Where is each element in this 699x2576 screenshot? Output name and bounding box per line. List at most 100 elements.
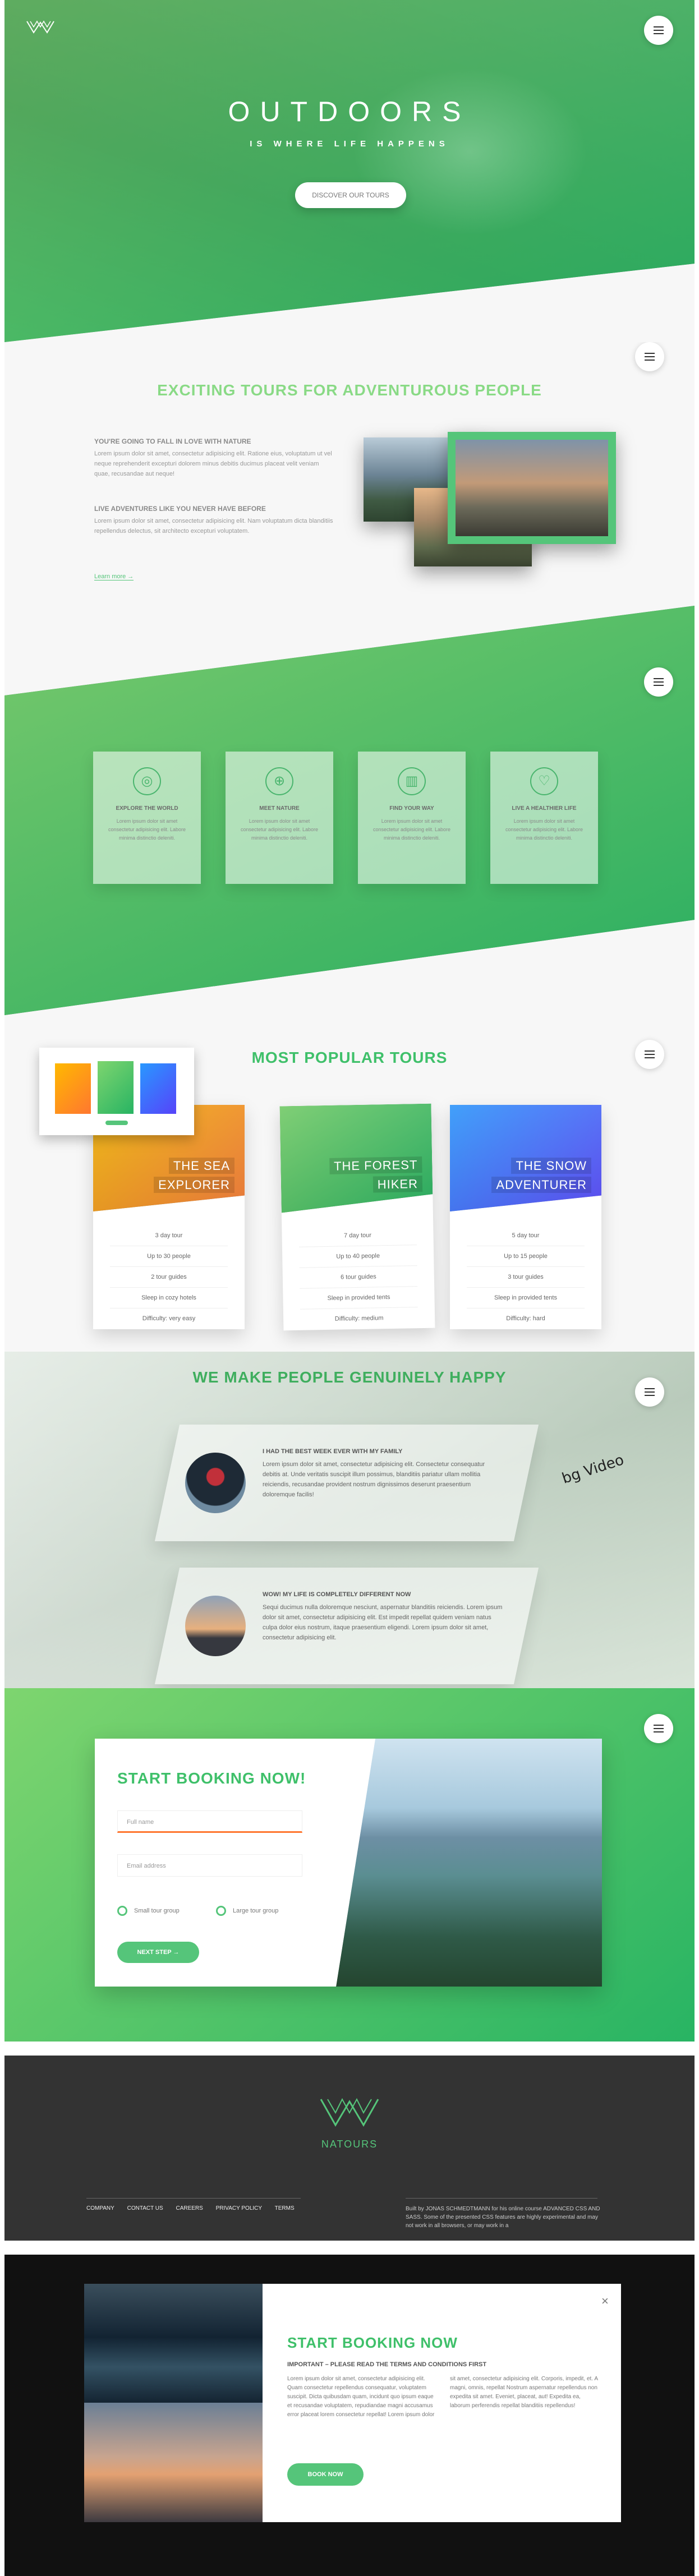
menu-button[interactable] [644,667,673,697]
list-item: Sleep in cozy hotels [110,1288,228,1308]
avatar [185,1453,246,1513]
story-card: I HAD THE BEST WEEK EVER WITH MY FAMILY … [154,1425,539,1541]
hero-subtitle: IS WHERE LIFE HAPPENS [250,139,449,149]
list-item: Sleep in provided tents [467,1288,585,1308]
popup-box: × START BOOKING NOW IMPORTANT – PLEASE R… [84,2284,621,2522]
feature-title: FIND YOUR WAY [389,805,434,812]
avatar [185,1596,246,1656]
footer-link-privacy[interactable]: PRIVACY POLICY [216,2205,262,2211]
next-step-button[interactable]: NEXT STEP → [117,1942,199,1963]
popup-image-2 [84,2403,263,2522]
hero-title: OUTDOORS [228,96,471,127]
feature-text: Lorem ipsum dolor sit amet consectetur a… [373,818,451,841]
list-item: 2 tour guides [110,1267,228,1288]
menu-button[interactable] [635,342,664,371]
radio-label: Large tour group [233,1907,279,1914]
popup-heading: START BOOKING NOW [287,2334,458,2351]
tour-card[interactable]: THE SNOW ADVENTURER 5 day tour Up to 15 p… [450,1105,601,1329]
tour-cards-thumbnail [39,1048,194,1135]
thumbnail-card [98,1061,134,1114]
large-group-radio[interactable]: Large tour group [216,1906,278,1916]
popup-image-1 [84,2284,263,2403]
tour-details-list: 7 day tour Up to 40 people 6 tour guides… [282,1224,435,1330]
heart-icon: ♡ [530,767,558,795]
feature-title: LIVE A HEALTHIER LIFE [512,805,577,812]
story-title: WOW! MY LIFE IS COMPLETELY DIFFERENT NOW [263,1591,411,1598]
popup-subheading: IMPORTANT – PLEASE READ THE TERMS AND CO… [287,2361,487,2368]
booking-popup-overlay: × START BOOKING NOW IMPORTANT – PLEASE R… [4,2255,695,2576]
radio-icon [117,1906,127,1916]
list-item: 5 day tour [467,1225,585,1246]
tour-card[interactable]: THE SEA EXPLORER 3 day tour Up to 30 peop… [93,1105,245,1329]
compass-icon: ⊕ [265,767,293,795]
thumbnail-card [140,1063,176,1114]
menu-button[interactable] [644,16,673,45]
tour-card-name: THE FOREST HIKER [329,1155,423,1195]
footer-nav: COMPANY CONTACT US CAREERS PRIVACY POLIC… [86,2205,306,2211]
small-group-radio[interactable]: Small tour group [117,1906,180,1916]
feature-box: ♡ LIVE A HEALTHIER LIFE Lorem ipsum dolo… [490,752,598,884]
feature-title: MEET NATURE [259,805,300,812]
footer-link-careers[interactable]: CAREERS [176,2205,203,2211]
booking-form-box: START BOOKING NOW! Full name Email addre… [95,1739,602,1987]
booking-section: START BOOKING NOW! Full name Email addre… [4,1688,695,2042]
feature-title: EXPLORE THE WORLD [116,805,178,812]
book-now-button[interactable]: BOOK NOW [287,2463,364,2486]
about-paragraph-2: Lorem ipsum dolor sit amet, consectetur … [94,518,333,534]
natours-logo-icon [320,2098,379,2127]
story-card: WOW! MY LIFE IS COMPLETELY DIFFERENT NOW… [154,1568,539,1684]
list-item: Up to 15 people [467,1246,585,1267]
stories-heading: WE MAKE PEOPLE GENUINELY HAPPY [192,1368,507,1386]
footer: NATOURS COMPANY CONTACT US CAREERS PRIVA… [4,2056,695,2241]
features-section: ◎ EXPLORE THE WORLD Lorem ipsum dolor si… [4,606,695,1015]
feature-text: Lorem ipsum dolor sit amet consectetur a… [505,818,583,841]
email-input[interactable]: Email address [117,1854,302,1877]
tour-card-name: THE SNOW ADVENTURER [491,1156,591,1195]
list-item: 3 day tour [110,1225,228,1246]
story-title: I HAD THE BEST WEEK EVER WITH MY FAMILY [263,1448,403,1455]
list-item: Sleep in provided tents [300,1287,418,1310]
about-heading: EXCITING TOURS FOR ADVENTUROUS PEOPLE [157,381,542,399]
footer-link-company[interactable]: COMPANY [86,2205,114,2211]
footer-link-terms[interactable]: TERMS [275,2205,295,2211]
feature-box: ⊕ MEET NATURE Lorem ipsum dolor sit amet… [226,752,333,884]
list-item: Difficulty: medium [334,1315,384,1322]
hero-river-highlight [352,67,588,236]
footer-link-contact[interactable]: CONTACT US [127,2205,163,2211]
discover-tours-button[interactable]: DISCOVER OUR TOURS [295,182,406,208]
story-text: Sequi ducimus nulla doloremque nesciunt,… [263,1604,503,1641]
full-name-input[interactable]: Full name [117,1810,302,1833]
booking-heading: START BOOKING NOW! [117,1769,306,1787]
popup-text: Lorem ipsum dolor sit amet, consectetur … [287,2376,598,2418]
list-item: 3 tour guides [467,1267,585,1288]
footer-divider [406,2198,597,2199]
feature-text: Lorem ipsum dolor sit amet consectetur a… [108,818,186,841]
radio-label: Small tour group [134,1907,180,1914]
hero-header: OUTDOORS IS WHERE LIFE HAPPENS DISCOVER … [4,0,695,342]
list-item: Difficulty: very easy [142,1315,196,1322]
globe-icon: ◎ [133,767,161,795]
feature-text: Lorem ipsum dolor sit amet consectetur a… [240,818,319,841]
about-photo-2[interactable] [448,432,616,544]
map-icon: ▥ [398,767,426,795]
about-subheading-2: LIVE ADVENTURES LIKE YOU NEVER HAVE BEFO… [94,505,266,513]
footer-brand: NATOURS [321,2139,378,2150]
thumbnail-button [105,1121,128,1125]
tour-card-name: THE SEA EXPLORER [154,1156,234,1195]
feature-box: ▥ FIND YOUR WAY Lorem ipsum dolor sit am… [358,752,466,884]
tour-card[interactable]: THE FOREST HIKER 7 day tour Up to 40 peop… [279,1103,435,1331]
footer-copyright: Built by JONAS SCHMEDTMANN for his onlin… [406,2206,600,2229]
feature-box: ◎ EXPLORE THE WORLD Lorem ipsum dolor si… [93,752,201,884]
radio-icon [216,1906,226,1916]
learn-more-link[interactable]: Learn more → [94,573,134,580]
tour-details-list: 5 day tour Up to 15 people 3 tour guides… [450,1225,601,1329]
tour-details-list: 3 day tour Up to 30 people 2 tour guides… [93,1225,245,1329]
list-item: 6 tour guides [299,1266,418,1289]
story-text: Lorem ipsum dolor sit amet, consectetur … [263,1461,485,1498]
natours-logo-icon[interactable] [26,19,55,36]
list-item: 7 day tour [298,1224,417,1247]
close-icon[interactable]: × [601,2294,609,2308]
thumbnail-card [55,1063,91,1114]
footer-logo[interactable] [4,2096,695,2132]
menu-button[interactable] [644,1714,673,1743]
